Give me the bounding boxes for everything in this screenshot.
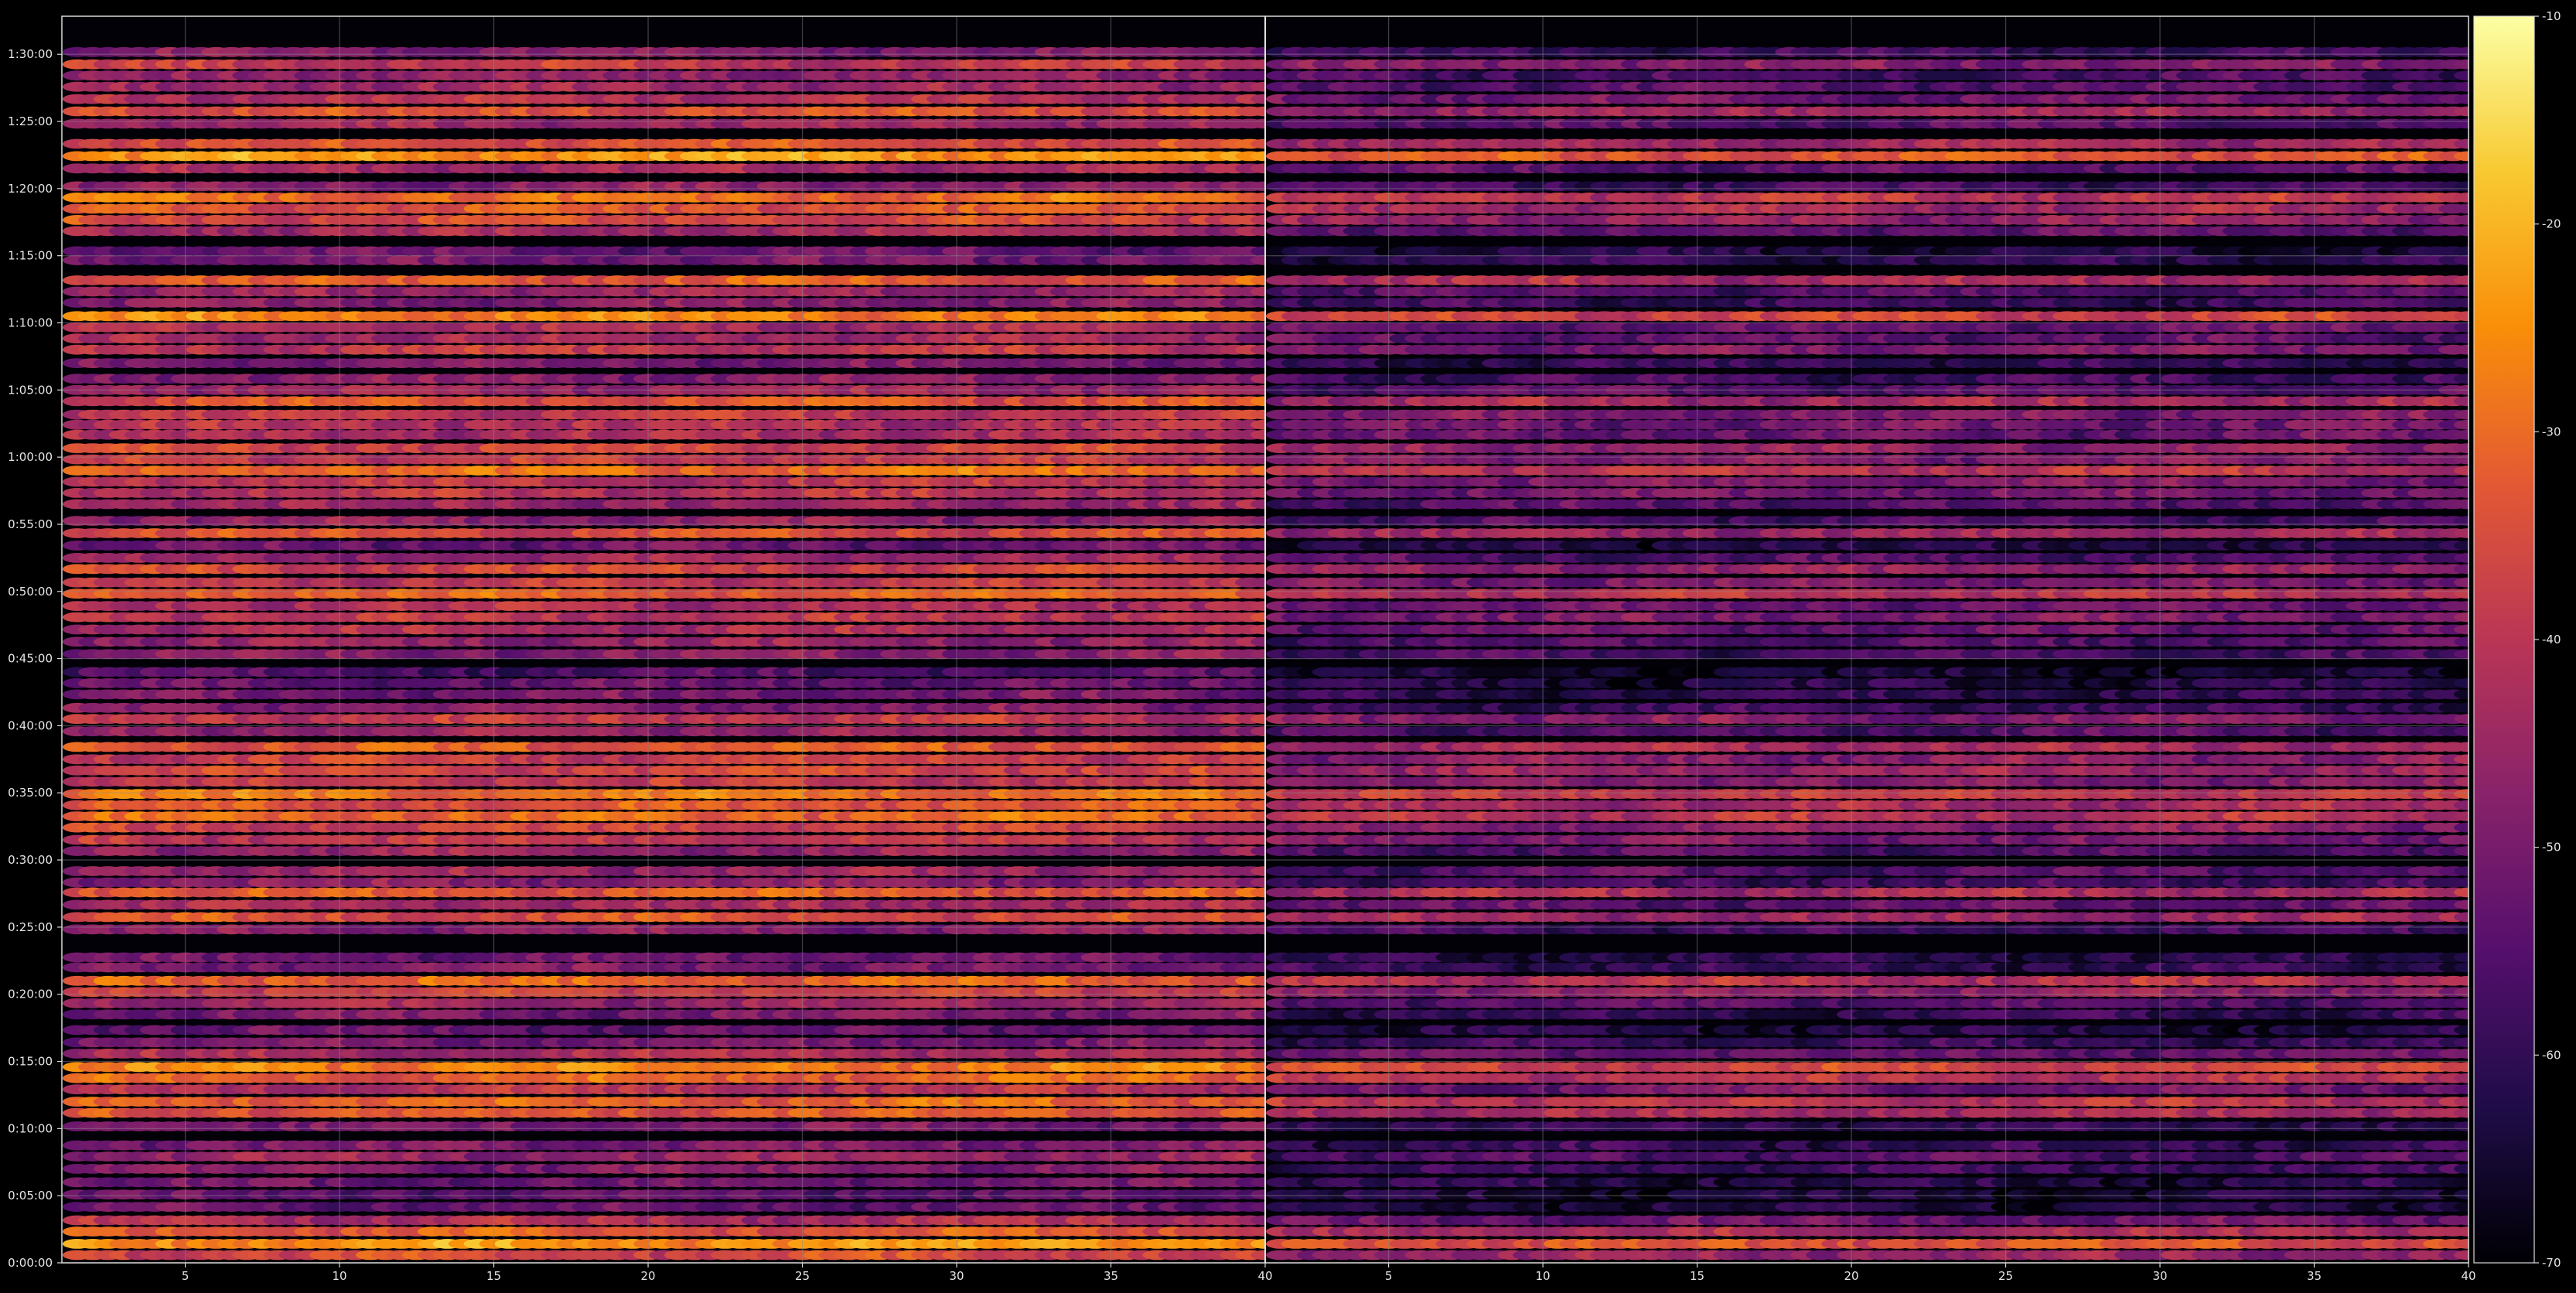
spectrogram-figure: 0:00:000:05:000:10:000:15:000:20:000:25:… [0, 0, 2576, 1293]
heatmap-panel-left [62, 16, 1265, 1263]
heatmap-cells-left [62, 46, 1265, 1261]
